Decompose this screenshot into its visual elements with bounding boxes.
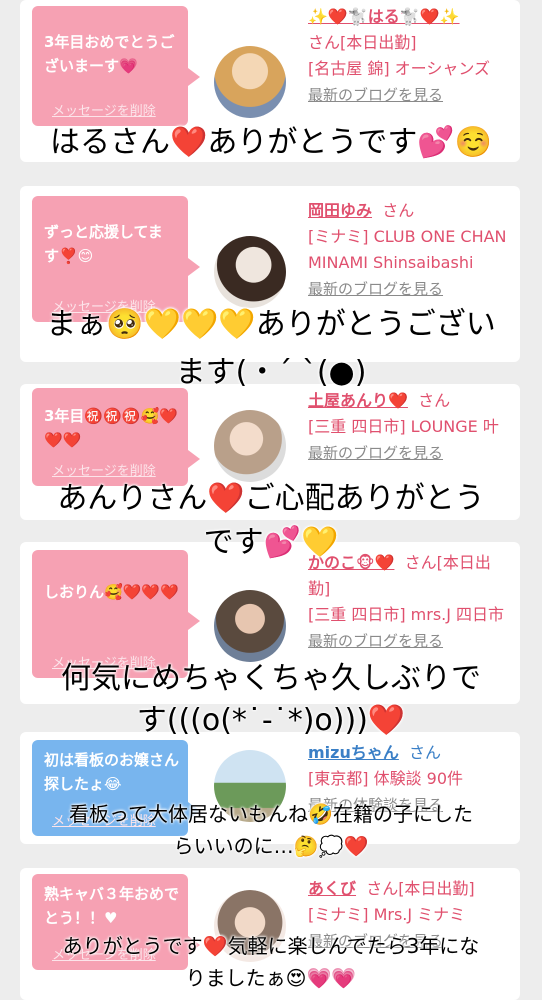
sender-name[interactable]: あくび: [308, 879, 356, 898]
sender-status: さん: [418, 391, 451, 410]
avatar[interactable]: [214, 590, 286, 662]
sender-location: [東京都] 体験談 90件: [308, 769, 464, 788]
caption-line: です💕💛: [203, 525, 339, 560]
view-blog-link[interactable]: 最新のブログを見る: [308, 628, 513, 654]
message-text: ずっと応援してます❣️😊: [44, 223, 163, 265]
sender-name[interactable]: mizuちゃん: [308, 743, 399, 762]
caption-line: す(((o(*˙-˙*)o)))❤️: [136, 703, 406, 738]
sender-name-line: mizuちゃん さん: [308, 743, 441, 762]
message-bubble: 3年目おめでとうございまーす💗 メッセージを削除: [32, 6, 200, 126]
sender-status: さん: [409, 743, 442, 762]
view-blog-link[interactable]: 最新のブログを見る: [308, 440, 513, 466]
message-bubble: 3年目㊗️㊗️㊗️🥰❤️❤️❤️ メッセージを削除: [32, 388, 200, 486]
caption-line: ありがとうです❤️気軽に楽しんでたら3年にな: [62, 934, 480, 958]
avatar[interactable]: [214, 410, 286, 482]
caption-line: まぁ🥺💛💛💛ありがとうござい: [46, 307, 496, 342]
view-blog-link[interactable]: 最新のブログを見る: [308, 276, 513, 302]
avatar[interactable]: [214, 236, 286, 308]
avatar[interactable]: [214, 46, 286, 118]
sender-info: かのこ🐵❤️ さん[本日出勤] [三重 四日市] mrs.J 四日市 最新のブロ…: [308, 550, 513, 654]
sender-info: 土屋あんり❤️ さん [三重 四日市] LOUNGE 叶 最新のブログを見る: [308, 388, 513, 466]
sender-location: [ミナミ] Mrs.J ミナミ: [308, 905, 466, 924]
message-text: 初は看板のお嬢さん探したょ😂: [44, 751, 180, 793]
caption-line: らいいのに…🤔💭❤️: [173, 834, 369, 858]
sender-location: [三重 四日市] LOUNGE 叶: [308, 417, 499, 436]
sender-name[interactable]: 土屋あんり❤️: [308, 391, 408, 410]
sender-status: さん: [382, 201, 415, 220]
sender-location: [名古屋 錦] オーシャンズ: [308, 59, 491, 78]
sender-info: 岡田ゆみ さん [ミナミ] CLUB ONE CHAN MINAMI Shins…: [308, 198, 513, 302]
sender-location: [ミナミ] CLUB ONE CHAN MINAMI Shinsaibashi: [308, 227, 507, 272]
caption-line: ます(・´ `(●): [175, 355, 367, 390]
message-bubble: しおりん🥰❤️❤️❤️ メッセージを削除: [32, 550, 200, 678]
sender-name[interactable]: ✨❤️🐩はる🐩❤️✨: [308, 7, 460, 26]
caption-line: りましたぁ😍💗💗: [185, 966, 357, 990]
caption-line: 何気にめちゃくちゃ久しぶりで: [61, 661, 481, 696]
sender-name-line: 土屋あんり❤️ さん: [308, 391, 450, 410]
sender-info: ✨❤️🐩はる🐩❤️✨ さん[本日出勤] [名古屋 錦] オーシャンズ 最新のブロ…: [308, 4, 513, 108]
sender-name-line: 岡田ゆみ さん: [308, 201, 414, 220]
caption-line: 看板って大体居ないもんね🤣在籍の子にした: [69, 802, 473, 826]
message-bubble: ずっと応援してます❣️😊 メッセージを削除: [32, 196, 200, 322]
delete-message-link[interactable]: メッセージを削除: [52, 100, 156, 124]
message-text: しおりん🥰❤️❤️❤️: [44, 583, 179, 601]
sender-name[interactable]: 岡田ゆみ: [308, 201, 372, 220]
message-text: 3年目㊗️㊗️㊗️🥰❤️❤️❤️: [44, 407, 178, 449]
caption-line: はるさん❤️ありがとうです💕☺️: [49, 125, 493, 160]
sender-status: さん[本日出勤]: [366, 879, 475, 898]
sender-location: [三重 四日市] mrs.J 四日市: [308, 605, 505, 624]
message-text: 熟キャバ３年おめでとう！！♥: [44, 885, 180, 927]
caption-line: あんりさん❤️ご心配ありがとう: [57, 481, 485, 516]
message-text: 3年目おめでとうございまーす💗: [44, 33, 175, 75]
sender-status: さん[本日出勤]: [308, 33, 417, 52]
sender-name-line: あくび さん[本日出勤]: [308, 879, 475, 898]
view-blog-link[interactable]: 最新のブログを見る: [308, 82, 513, 108]
